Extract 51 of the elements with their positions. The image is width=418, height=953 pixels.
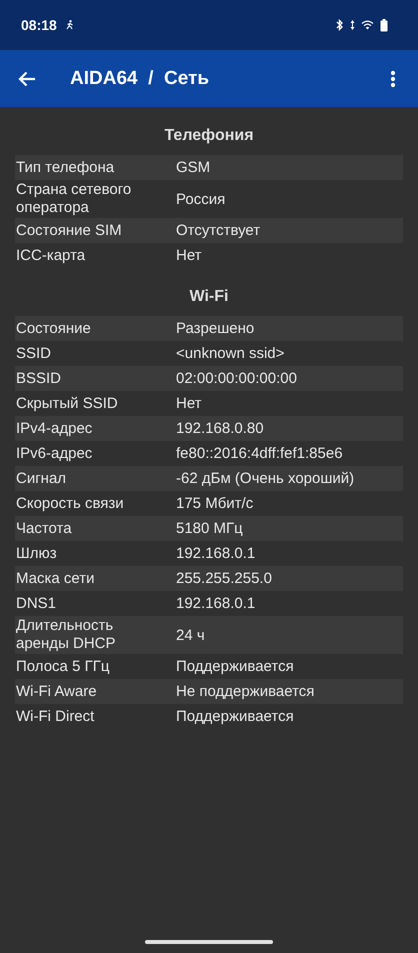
row-label: Маска сети (15, 568, 96, 588)
row-label: IPv6-адрес (15, 444, 94, 464)
row-label: Wi-Fi Aware (15, 682, 98, 702)
data-arrows-icon (350, 19, 355, 31)
row-value: 24 ч (175, 626, 206, 644)
row-value: -62 дБм (Очень хороший) (175, 470, 356, 487)
row-value: 02:00:00:00:00:00 (175, 370, 298, 387)
row-label: SSID (15, 344, 52, 364)
clock: 08:18 (21, 17, 57, 33)
row-value: GSM (175, 159, 212, 176)
wifi-icon (361, 20, 374, 30)
row-value: 192.168.0.80 (175, 420, 265, 437)
row-label: Состояние (15, 318, 92, 338)
row-label: DNS1 (15, 594, 58, 614)
row-value: Россия (175, 190, 226, 208)
row-value: Нет (175, 395, 203, 412)
row-value: fe80::2016:4dff:fef1:85e6 (175, 445, 344, 462)
row-value: Поддерживается (175, 658, 295, 675)
back-arrow-icon (18, 70, 36, 86)
walking-figure-icon (66, 20, 74, 30)
row-value: 192.168.0.1 (175, 595, 256, 612)
app-title: AIDA64 / Сеть (70, 68, 209, 90)
row-label: Скорость связи (15, 494, 125, 514)
row-label: Частота (15, 518, 73, 538)
row-value: Нет (175, 247, 203, 264)
row-value: Разрешено (175, 320, 256, 337)
row-value: 255.255.255.0 (175, 570, 273, 587)
row-value: 5180 МГц (175, 520, 244, 537)
row-label: Полоса 5 ГГц (15, 656, 110, 676)
bluetooth-icon (336, 19, 344, 31)
section-title: Wi-Fi (188, 287, 230, 307)
row-value: 175 Мбит/с (175, 495, 254, 512)
row-value: <unknown ssid> (175, 345, 286, 362)
row-value: Отсутствует (175, 222, 262, 239)
row-label: Сигнал (15, 468, 68, 488)
row-label: ICC-карта (15, 246, 86, 266)
more-icon (390, 70, 396, 88)
row-label: BSSID (15, 368, 62, 388)
row-label: Длительность аренды DHCP (15, 616, 117, 654)
row-label: Шлюз (15, 544, 58, 564)
row-label: Скрытый SSID (15, 394, 119, 414)
row-value: Не поддерживается (175, 683, 316, 700)
row-label: Wi-Fi Direct (15, 706, 96, 726)
battery-icon (380, 18, 388, 32)
section-title: Телефония (163, 126, 255, 146)
row-value: Поддерживается (175, 708, 295, 725)
row-label: IPv4-адрес (15, 418, 94, 438)
row-label: Тип телефона (15, 158, 116, 178)
row-label: Страна сетевого оператора (15, 180, 132, 218)
row-label: Состояние SIM (15, 220, 123, 240)
row-value: 192.168.0.1 (175, 545, 256, 562)
